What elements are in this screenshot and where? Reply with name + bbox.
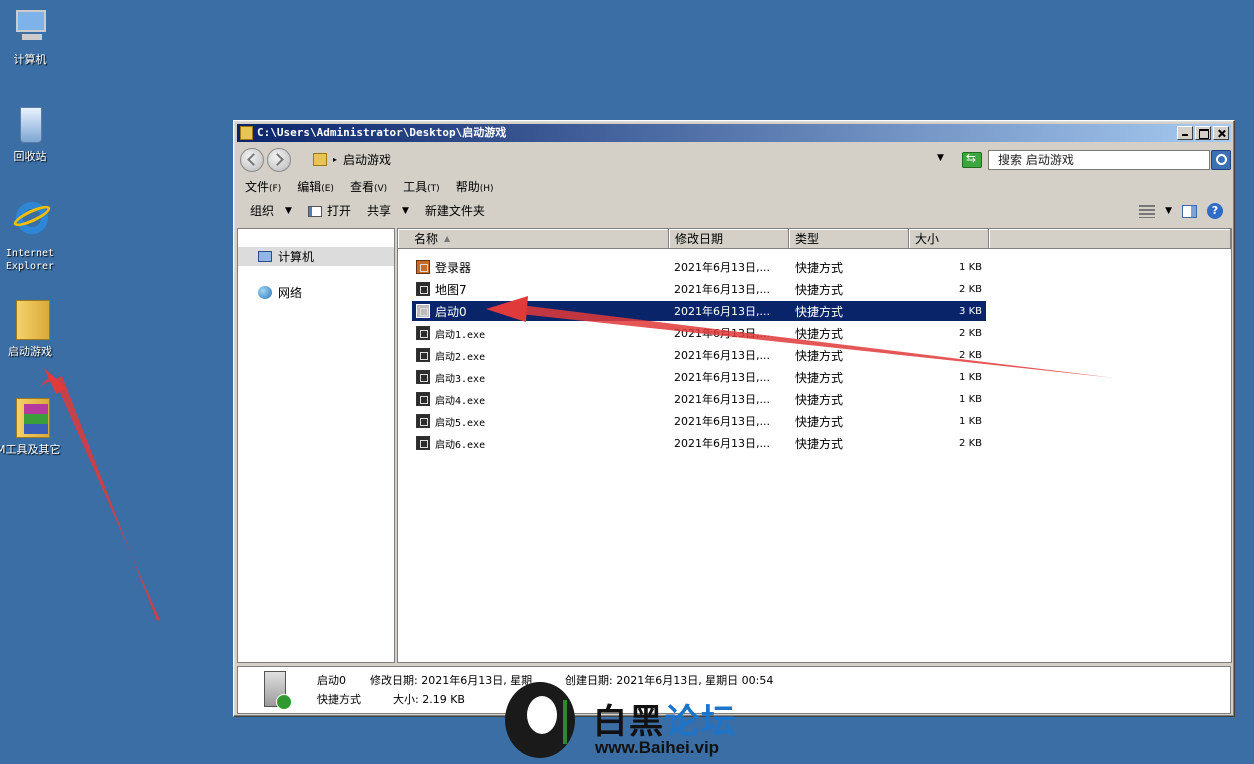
file-row[interactable]: 启动4.exe 2021年6月13日,... 快捷方式 1 KB [412, 389, 986, 409]
search-input[interactable]: 搜索 启动游戏 [988, 150, 1210, 170]
column-headers: 名称 ▲ 修改日期 类型 大小 [398, 229, 1231, 249]
nav-item-computer[interactable]: 计算机 [238, 247, 394, 266]
computer-icon [258, 251, 272, 262]
address-field[interactable]: ▸ 启动游戏 [307, 148, 957, 171]
title-bar[interactable]: C:\Users\Administrator\Desktop\启动游戏 [237, 124, 1231, 142]
file-list: 名称 ▲ 修改日期 类型 大小 登录器 2021年6月13日,... 快捷方式 1 K… [397, 228, 1232, 663]
explorer-window: C:\Users\Administrator\Desktop\启动游戏 ▸ 启动… [233, 120, 1235, 717]
help-icon[interactable]: ? [1207, 203, 1223, 219]
bamboo-icon [563, 700, 567, 744]
folder-icon [240, 126, 253, 140]
navigation-pane: 计算机 网络 [237, 228, 395, 663]
desktop-icon-start-game[interactable]: 启动游戏 [0, 298, 60, 358]
archive-folder-icon [8, 396, 52, 440]
details-name: 启动0 [317, 674, 346, 687]
desktop-icon-tools[interactable]: M工具及其它 [0, 396, 61, 456]
folder-icon [8, 298, 52, 342]
column-header-date[interactable]: 修改日期 [669, 229, 789, 249]
desktop-icon-recycle-bin[interactable]: 回收站 [0, 103, 60, 163]
details-type: 快捷方式 [317, 693, 361, 706]
open-icon [307, 205, 322, 217]
menu-view[interactable]: 查看(V) [342, 177, 395, 197]
column-header-size[interactable]: 大小 [909, 229, 989, 249]
forum-watermark: 白黑论坛 www.Baihei.vip [505, 680, 765, 764]
file-row[interactable]: 启动5.exe 2021年6月13日,... 快捷方式 1 KB [412, 411, 986, 431]
internet-explorer-icon [8, 200, 53, 244]
sort-ascending-icon: ▲ [444, 234, 451, 243]
organize-button[interactable]: 组织 ▼ [237, 199, 300, 223]
chevron-down-icon: ▼ [285, 206, 292, 216]
column-header-filler [989, 229, 1231, 249]
desktop-icon-internet-explorer[interactable]: Internet Explorer [0, 200, 60, 273]
recycle-bin-icon [8, 103, 52, 147]
desktop-icon-computer[interactable]: 计算机 [0, 6, 60, 66]
minimize-button[interactable] [1177, 126, 1193, 140]
preview-pane-icon[interactable] [1182, 204, 1197, 218]
menu-file[interactable]: 文件(F) [237, 177, 289, 197]
file-row-selected[interactable]: 启动0 2021年6月13日,... 快捷方式 3 KB [412, 301, 986, 321]
file-row[interactable]: 登录器 2021年6月13日,... 快捷方式 1 KB [412, 257, 986, 277]
forward-button[interactable] [267, 148, 291, 172]
refresh-button[interactable] [962, 151, 982, 168]
desktop-icon-label: M工具及其它 [0, 443, 61, 456]
batch-shortcut-icon [264, 671, 292, 710]
menu-tools[interactable]: 工具(T) [395, 177, 448, 197]
shortcut-icon [416, 348, 430, 362]
command-bar: 组织 ▼ 打开 共享 ▼ 新建文件夹 ▼ ? [237, 199, 1231, 223]
file-row[interactable]: 启动3.exe 2021年6月13日,... 快捷方式 1 KB [412, 367, 986, 387]
batch-shortcut-icon [416, 304, 430, 318]
shortcut-icon [416, 392, 430, 406]
file-row[interactable]: 启动6.exe 2021年6月13日,... 快捷方式 2 KB [412, 433, 986, 453]
desktop-icon-label: 启动游戏 [8, 345, 52, 358]
computer-icon [8, 6, 52, 50]
details-size: 大小: 2.19 KB [393, 693, 465, 706]
shortcut-icon [416, 414, 430, 428]
breadcrumb-arrow-icon[interactable]: ▸ [333, 155, 337, 164]
shortcut-icon [416, 436, 430, 450]
watermark-url: www.Baihei.vip [595, 738, 720, 757]
menu-bar: 文件(F) 编辑(E) 查看(V) 工具(T) 帮助(H) [237, 177, 502, 197]
address-bar: ▸ 启动游戏 ▼ 搜索 启动游戏 [237, 145, 1231, 173]
back-button[interactable] [240, 148, 264, 172]
new-folder-button[interactable]: 新建文件夹 [417, 199, 493, 223]
network-icon [258, 286, 272, 299]
close-button[interactable] [1213, 126, 1229, 140]
chevron-down-icon[interactable]: ▼ [1165, 206, 1172, 216]
shortcut-icon [416, 326, 430, 340]
shortcut-icon [416, 282, 430, 296]
column-header-type[interactable]: 类型 [789, 229, 909, 249]
address-dropdown-icon[interactable]: ▼ [937, 153, 944, 163]
breadcrumb-current[interactable]: 启动游戏 [343, 151, 391, 168]
nav-item-network[interactable]: 网络 [238, 283, 394, 302]
file-row[interactable]: 启动2.exe 2021年6月13日,... 快捷方式 2 KB [412, 345, 986, 365]
file-row[interactable]: 启动1.exe 2021年6月13日,... 快捷方式 2 KB [412, 323, 986, 343]
desktop-icon-label: Internet Explorer [5, 248, 55, 272]
view-options-icon[interactable] [1139, 204, 1156, 218]
desktop-icon-label: 计算机 [13, 53, 47, 66]
shortcut-icon [416, 370, 430, 384]
chevron-down-icon: ▼ [401, 206, 409, 216]
open-button[interactable]: 打开 [300, 199, 359, 223]
file-row[interactable]: 地图7 2021年6月13日,... 快捷方式 2 KB [412, 279, 986, 299]
annotation-arrow-desktop-head [44, 368, 66, 394]
column-header-name[interactable]: 名称 ▲ [398, 229, 669, 249]
window-title: C:\Users\Administrator\Desktop\启动游戏 [257, 126, 507, 139]
watermark-title: 白黑论坛 [593, 702, 737, 742]
launcher-icon [416, 260, 430, 274]
folder-icon [313, 153, 327, 166]
menu-edit[interactable]: 编辑(E) [289, 177, 342, 197]
share-button[interactable]: 共享 ▼ [359, 199, 417, 223]
menu-help[interactable]: 帮助(H) [448, 177, 502, 197]
search-button[interactable] [1211, 150, 1231, 170]
maximize-button[interactable] [1195, 126, 1211, 140]
desktop-icon-label: 回收站 [13, 150, 47, 163]
